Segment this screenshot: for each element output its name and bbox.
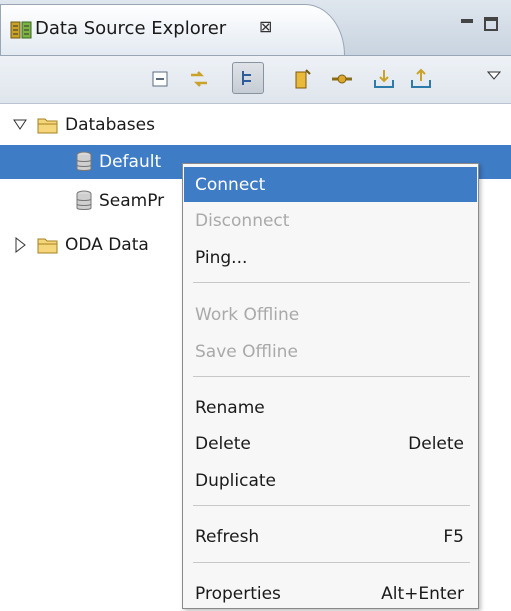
menu-label-properties: Properties xyxy=(195,583,281,604)
link-with-editor-icon[interactable] xyxy=(187,67,211,91)
menu-separator xyxy=(193,562,470,563)
menu-label-duplicate: Duplicate xyxy=(195,470,276,491)
import-icon[interactable] xyxy=(372,67,396,91)
database-icon xyxy=(76,151,92,171)
menu-separator xyxy=(193,282,470,283)
menu-item-disconnect: Disconnect xyxy=(184,203,477,238)
menu-item-connect[interactable]: Connect xyxy=(184,167,477,202)
view-header: Data Source Explorer ⊠ xyxy=(0,0,511,56)
database-explorer-icon xyxy=(10,21,32,39)
menu-shortcut-refresh: F5 xyxy=(443,526,464,547)
menu-label-delete: Delete xyxy=(195,433,251,454)
data-source-explorer-view: Data Source Explorer ⊠ Databases Default… xyxy=(0,0,511,609)
collapse-all-icon[interactable] xyxy=(148,67,172,91)
maximize-icon[interactable] xyxy=(484,17,498,31)
menu-label-save-offline: Save Offline xyxy=(195,341,298,362)
database-icon xyxy=(76,190,92,210)
folder-icon xyxy=(37,118,58,134)
collapse-twisty-icon[interactable] xyxy=(15,237,27,253)
view-title: Data Source Explorer xyxy=(35,18,227,39)
new-connection-icon[interactable] xyxy=(290,67,314,91)
view-menu-icon[interactable] xyxy=(482,64,506,88)
menu-separator xyxy=(193,376,470,377)
context-menu: Connect Disconnect Ping... Work Offline … xyxy=(182,163,479,609)
menu-item-delete[interactable]: Delete Delete xyxy=(184,426,477,461)
menu-label-disconnect: Disconnect xyxy=(195,210,290,231)
menu-item-save-offline: Save Offline xyxy=(184,334,477,369)
tree-label-databases: Databases xyxy=(65,115,155,135)
menu-label-refresh: Refresh xyxy=(195,526,260,547)
filter-icon[interactable] xyxy=(232,62,264,94)
menu-item-refresh[interactable]: Refresh F5 xyxy=(184,519,477,554)
menu-separator xyxy=(193,505,470,506)
menu-item-work-offline: Work Offline xyxy=(184,297,477,332)
export-icon[interactable] xyxy=(409,67,433,91)
expand-twisty-icon[interactable] xyxy=(13,119,27,131)
menu-item-rename[interactable]: Rename xyxy=(184,390,477,425)
tree-label-seam: SeamPr xyxy=(99,191,165,211)
menu-item-duplicate[interactable]: Duplicate xyxy=(184,463,477,498)
tree-node-databases[interactable]: Databases xyxy=(0,108,511,142)
menu-label-work-offline: Work Offline xyxy=(195,304,300,325)
menu-label-ping: Ping... xyxy=(195,247,248,268)
minimize-icon[interactable] xyxy=(461,19,473,23)
folder-icon xyxy=(37,238,58,254)
tree-label-oda: ODA Data xyxy=(65,235,149,255)
close-icon[interactable]: ⊠ xyxy=(259,17,272,36)
menu-label-connect: Connect xyxy=(195,174,266,195)
menu-item-properties[interactable]: Properties Alt+Enter xyxy=(184,576,477,611)
menu-label-rename: Rename xyxy=(195,397,265,418)
view-tab[interactable]: Data Source Explorer ⊠ xyxy=(0,4,345,55)
connect-icon[interactable] xyxy=(330,67,354,91)
menu-shortcut-delete: Delete xyxy=(408,433,464,454)
menu-shortcut-properties: Alt+Enter xyxy=(381,583,464,604)
view-toolbar xyxy=(0,56,511,104)
tree-label-default: Default xyxy=(99,152,162,172)
menu-item-ping[interactable]: Ping... xyxy=(184,240,477,275)
